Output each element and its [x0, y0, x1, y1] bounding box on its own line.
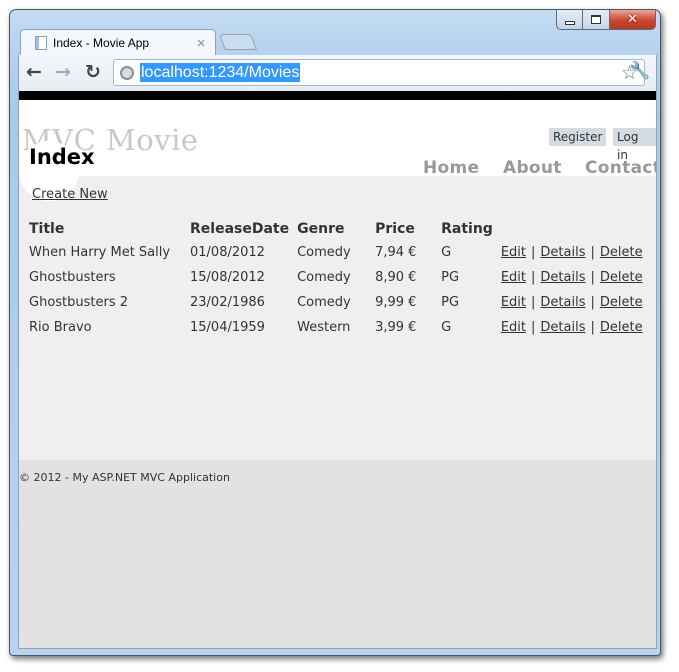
cell-rating: G [441, 245, 452, 260]
delete-link[interactable]: Delete [600, 245, 643, 260]
page-title: Index [29, 145, 95, 169]
action-separator: | [590, 295, 595, 310]
cell-actions: Edit | Details | Delete [497, 265, 647, 290]
cell-price: 9,99 € [375, 295, 417, 310]
page-viewport: MVC Movie Register Log in Home About Con… [18, 91, 657, 649]
movies-table: Title ReleaseDate Genre Price Rating Whe… [25, 218, 647, 340]
tab-title: Index - Movie App [53, 35, 150, 50]
footer-copyright: © 2012 - My ASP.NET MVC Application [19, 471, 230, 484]
cell-release-date: 15/08/2012 [190, 270, 265, 285]
action-separator: | [590, 245, 595, 260]
site-header: MVC Movie Register Log in Home About Con… [19, 100, 656, 178]
delete-link[interactable]: Delete [600, 270, 643, 285]
details-link[interactable]: Details [540, 270, 585, 285]
url-text[interactable]: localhost:1234/Movies [140, 63, 301, 82]
cell-title: Ghostbusters [29, 270, 116, 285]
cell-genre: Western [297, 320, 351, 335]
cell-title: Rio Bravo [29, 320, 92, 335]
action-separator: | [590, 270, 595, 285]
cell-release-date: 15/04/1959 [190, 320, 265, 335]
column-header-actions [497, 218, 647, 240]
edit-link[interactable]: Edit [501, 270, 526, 285]
new-tab-button[interactable] [219, 34, 257, 50]
action-separator: | [531, 320, 536, 335]
browser-toolbar: ← → ↻ localhost:1234/Movies ☆ 🔧 [18, 55, 657, 91]
globe-icon [120, 65, 134, 80]
close-window-button[interactable]: ✕ [610, 10, 656, 30]
cell-genre: Comedy [297, 295, 351, 310]
column-header-genre: Genre [297, 221, 345, 237]
cell-title: When Harry Met Sally [29, 245, 171, 260]
column-header-rating: Rating [441, 221, 493, 237]
cell-actions: Edit | Details | Delete [497, 315, 647, 340]
table-row: When Harry Met Sally 01/08/2012 Comedy 7… [25, 240, 647, 265]
column-header-releasedate: ReleaseDate [190, 221, 290, 237]
tab-close-icon[interactable]: × [196, 36, 206, 50]
register-link[interactable]: Register [549, 128, 607, 146]
cell-price: 7,94 € [375, 245, 417, 260]
menu-contact[interactable]: Contact [585, 158, 656, 178]
details-link[interactable]: Details [540, 295, 585, 310]
minimize-button[interactable] [556, 10, 583, 30]
action-separator: | [531, 245, 536, 260]
table-header-row: Title ReleaseDate Genre Price Rating [25, 218, 647, 240]
menu-about[interactable]: About [503, 158, 562, 178]
edit-link[interactable]: Edit [501, 320, 526, 335]
delete-link[interactable]: Delete [600, 295, 643, 310]
forward-icon[interactable]: → [55, 62, 71, 82]
cell-rating: PG [441, 270, 460, 285]
back-icon[interactable]: ← [26, 62, 42, 82]
cell-genre: Comedy [297, 270, 351, 285]
top-bar [19, 91, 656, 100]
table-row: Ghostbusters 2 23/02/1986 Comedy 9,99 € … [25, 290, 647, 315]
column-header-price: Price [375, 221, 415, 237]
details-link[interactable]: Details [540, 245, 585, 260]
cell-release-date: 01/08/2012 [190, 245, 265, 260]
minimize-icon [564, 20, 575, 25]
create-new-link[interactable]: Create New [32, 187, 108, 202]
edit-link[interactable]: Edit [501, 295, 526, 310]
table-row: Ghostbusters 15/08/2012 Comedy 8,90 € PG… [25, 265, 647, 290]
menu-home[interactable]: Home [423, 158, 479, 178]
cell-title: Ghostbusters 2 [29, 295, 129, 310]
action-separator: | [531, 270, 536, 285]
window-caption-buttons: ✕ [556, 10, 656, 30]
reload-icon[interactable]: ↻ [85, 62, 101, 82]
login-link[interactable]: Log in [613, 128, 656, 162]
cell-rating: PG [441, 295, 460, 310]
page-icon [35, 35, 47, 50]
address-bar[interactable]: localhost:1234/Movies ☆ [113, 59, 645, 86]
cell-price: 8,90 € [375, 270, 417, 285]
cell-genre: Comedy [297, 245, 351, 260]
cell-release-date: 23/02/1986 [190, 295, 265, 310]
close-icon: ✕ [627, 12, 638, 27]
cell-rating: G [441, 320, 452, 335]
tab-index-movie-app[interactable]: Index - Movie App × [20, 29, 216, 55]
details-link[interactable]: Details [540, 320, 585, 335]
wrench-icon[interactable]: 🔧 [629, 61, 650, 81]
maximize-button[interactable] [583, 10, 610, 30]
cell-actions: Edit | Details | Delete [497, 290, 647, 315]
action-separator: | [531, 295, 536, 310]
table-row: Rio Bravo 15/04/1959 Western 3,99 € G Ed… [25, 315, 647, 340]
column-header-title: Title [29, 221, 65, 237]
maximize-icon [591, 15, 601, 24]
cell-price: 3,99 € [375, 320, 417, 335]
action-separator: | [590, 320, 595, 335]
edit-link[interactable]: Edit [501, 245, 526, 260]
delete-link[interactable]: Delete [600, 320, 643, 335]
cell-actions: Edit | Details | Delete [497, 240, 647, 265]
